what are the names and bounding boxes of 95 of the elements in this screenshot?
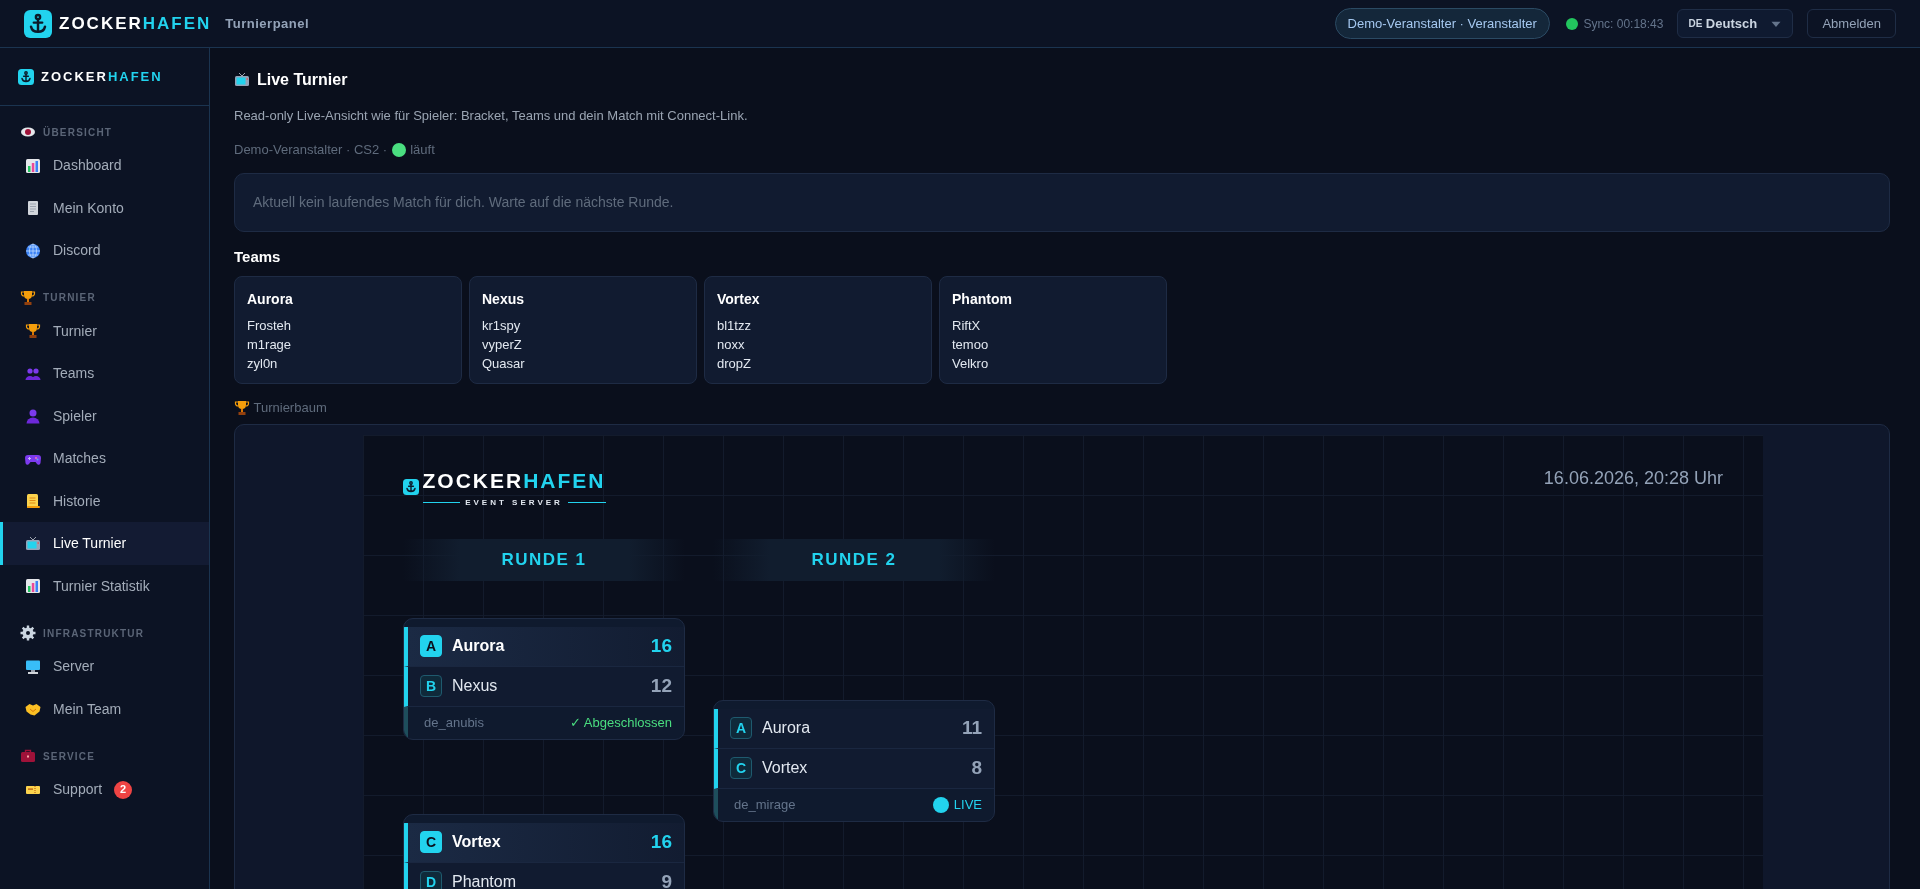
team-score: 12 [650, 674, 672, 699]
trophy-icon [20, 289, 36, 306]
sidebar-item[interactable]: Server [0, 645, 209, 688]
team-name: Aurora [762, 718, 812, 739]
team-score: 9 [661, 870, 672, 889]
team-score: 16 [650, 830, 672, 855]
trophy-icon [25, 323, 41, 340]
section-heading: TURNIER [43, 291, 96, 306]
logout-button[interactable]: Abmelden [1807, 8, 1896, 39]
live-dot-icon [932, 796, 949, 813]
brand-name: ZOCKER HAFEN [41, 68, 163, 87]
team-name: Vortex [717, 289, 761, 309]
tv-icon [25, 535, 41, 552]
team-score: 16 [650, 634, 672, 659]
sidebar-item[interactable]: Mein Team [0, 687, 209, 731]
sidebar-item[interactable]: Mein Konto [0, 186, 209, 230]
briefcase-icon [20, 748, 36, 765]
section-heading: Teams [234, 247, 282, 268]
logo-tagline: EVENT SERVER [422, 496, 606, 509]
sidebar-item[interactable]: Historie [0, 479, 209, 523]
seed-tag: D [420, 871, 442, 889]
seed-tag: C [730, 757, 752, 780]
match-status: ✓ Abgeschlossen [569, 714, 672, 733]
page-title: Live Turnier [257, 70, 348, 91]
sidebar-item[interactable]: Support 2 [0, 768, 209, 811]
tv-icon [234, 72, 250, 89]
seed-tag: B [420, 675, 442, 698]
team-name: Phantom [452, 872, 518, 889]
section-heading: Turnierbaum [253, 398, 327, 417]
player-name: kr1spy [482, 316, 522, 335]
language-select[interactable]: DE Deutsch [1677, 8, 1794, 39]
trophy-icon [234, 399, 250, 416]
team-name: Nexus [452, 676, 499, 697]
tournament-status: läuft [410, 140, 435, 159]
sidebar-item[interactable]: Discord [0, 229, 209, 272]
player-name: noxx [717, 335, 746, 354]
status-dot-icon [1563, 15, 1580, 32]
handshake-icon [25, 701, 41, 718]
team-name: Vortex [762, 758, 809, 779]
event-date: 16.06.2026, 20:28 Uhr [1543, 467, 1723, 491]
team-name: Aurora [247, 289, 294, 309]
scroll-icon [25, 493, 41, 510]
player-name: zyl0n [247, 354, 279, 373]
status-dot-icon [390, 141, 407, 158]
document-icon [25, 200, 41, 217]
bar-chart-icon [25, 157, 41, 174]
player-name: temoo [952, 335, 990, 354]
monitor-icon [25, 658, 41, 675]
team-name: Vortex [452, 832, 502, 853]
subtitle: Turnierpanel [225, 14, 310, 33]
sidebar-item[interactable]: Dashboard [0, 144, 209, 187]
brand-name: ZOCKERHAFEN [422, 468, 606, 495]
team-score: 8 [971, 756, 982, 781]
user-role-pill: Demo-Veranstalter · Veranstalter [1334, 7, 1550, 40]
sidebar-item[interactable]: Turnier Statistik [0, 564, 209, 608]
player-name: Velkro [952, 354, 990, 373]
player-name: Frosteh [247, 316, 293, 335]
anchor-logo-icon [18, 68, 34, 85]
sidebar-item[interactable]: Teams [0, 352, 209, 395]
match-status: LIVE [953, 796, 982, 815]
team-name: Aurora [452, 636, 506, 657]
player-name: dropZ [717, 354, 752, 373]
bar-chart-icon [25, 578, 41, 595]
info-alert: Aktuell kein laufendes Match für dich. Warte auf die nächste Runde. [234, 173, 1890, 233]
seed-tag: C [420, 831, 442, 854]
section-heading: SERVICE [43, 749, 96, 764]
team-name: Phantom [952, 289, 1013, 309]
tournament-meta: Demo-Veranstalter · CS2 · [234, 140, 388, 159]
section-heading: ÜBERSICHT [43, 125, 113, 140]
brand-name: ZOCKER HAFEN [59, 12, 212, 35]
sidebar-item[interactable]: Turnier [0, 309, 209, 353]
seed-tag: A [730, 717, 752, 740]
settings-icon [20, 625, 36, 642]
team-name: Nexus [482, 289, 526, 309]
sync-timer: Sync: 00:18:43 [1583, 15, 1664, 33]
notification-badge: 2 [114, 780, 133, 799]
page-description: Read-only Live-Ansicht wie für Spieler: Bracket, Teams und dein Match mit Connect-Link. [234, 107, 749, 126]
anchor-logo-icon [403, 479, 419, 496]
player-name: bl1tzz [717, 316, 752, 335]
people-icon [25, 365, 41, 382]
player-name: RiftX [952, 316, 982, 335]
section-heading: INFRASTRUKTUR [43, 626, 145, 641]
map-name: de_mirage [734, 796, 796, 815]
team-score: 11 [961, 716, 982, 741]
globe-icon [25, 242, 41, 259]
player-name: Quasar [482, 354, 526, 373]
sidebar-item[interactable]: Spieler [0, 394, 209, 438]
player-name: m1rage [247, 335, 293, 354]
map-name: de_anubis [424, 714, 484, 733]
player-name: vyperZ [482, 335, 523, 354]
sidebar-item[interactable]: Matches [0, 437, 209, 480]
sidebar-item[interactable]: Live Turnier [0, 522, 209, 565]
anchor-logo-icon [24, 9, 52, 38]
seed-tag: A [420, 635, 442, 658]
person-icon [25, 408, 41, 425]
